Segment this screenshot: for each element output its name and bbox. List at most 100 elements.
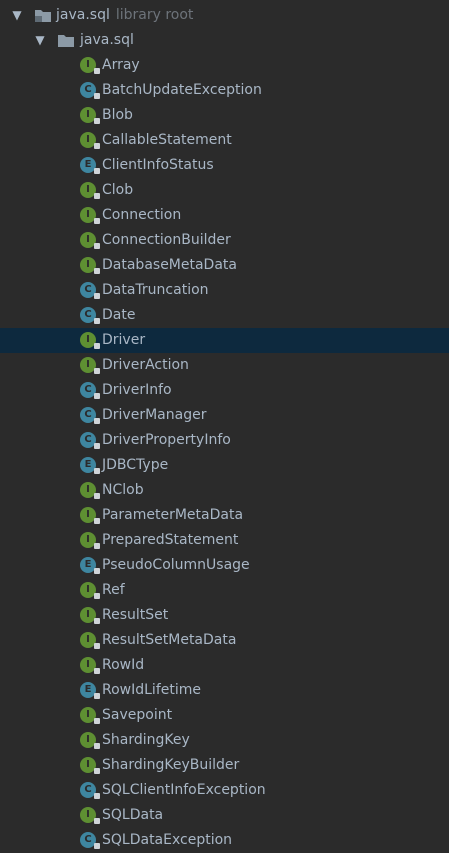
tree-root-row[interactable]: ▼ java.sql library root — [0, 3, 449, 28]
chevron-down-icon[interactable]: ▼ — [11, 3, 23, 28]
tree-item-row[interactable]: C BatchUpdateException — [0, 78, 449, 103]
class-icon: C — [80, 832, 100, 849]
interface-icon: I — [80, 332, 100, 349]
lock-icon — [94, 243, 100, 249]
tree-item-label: Savepoint — [102, 707, 173, 723]
tree-item-row[interactable]: I Ref — [0, 578, 449, 603]
lock-icon — [94, 293, 100, 299]
tree-item-row[interactable]: I Clob — [0, 178, 449, 203]
tree-item-row[interactable]: I Array — [0, 53, 449, 78]
lock-icon — [94, 268, 100, 274]
interface-icon: I — [80, 507, 100, 524]
tree-item-label: BatchUpdateException — [102, 82, 262, 98]
tree-item-row[interactable]: I PreparedStatement — [0, 528, 449, 553]
tree-item-row[interactable]: E ClientInfoStatus — [0, 153, 449, 178]
chevron-down-icon[interactable]: ▼ — [34, 28, 46, 53]
tree-item-label: DataTruncation — [102, 282, 209, 298]
library-root-hint: library root — [115, 7, 194, 23]
interface-icon: I — [80, 607, 100, 624]
lock-icon — [94, 768, 100, 774]
interface-icon: I — [80, 707, 100, 724]
tree-item-row[interactable]: E RowIdLifetime — [0, 678, 449, 703]
class-icon: C — [80, 282, 100, 299]
lock-icon — [94, 743, 100, 749]
tree-item-label: SQLDataException — [102, 832, 233, 848]
interface-icon: I — [80, 107, 100, 124]
interface-icon: I — [80, 57, 100, 74]
tree-item-row[interactable]: I ConnectionBuilder — [0, 228, 449, 253]
class-icon: C — [80, 382, 100, 399]
tree-item-label: PreparedStatement — [102, 532, 239, 548]
tree-item-row[interactable]: C Date — [0, 303, 449, 328]
lock-icon — [94, 468, 100, 474]
lock-icon — [94, 518, 100, 524]
tree-item-label: JDBCType — [102, 457, 169, 473]
tree-item-row[interactable]: I ResultSet — [0, 603, 449, 628]
tree-item-label: DriverManager — [102, 407, 207, 423]
tree-item-row[interactable]: E PseudoColumnUsage — [0, 553, 449, 578]
tree-item-row[interactable]: I DriverAction — [0, 353, 449, 378]
tree-item-row[interactable]: C SQLDataException — [0, 828, 449, 853]
lock-icon — [94, 568, 100, 574]
lock-icon — [94, 143, 100, 149]
tree-item-row[interactable]: I ResultSetMetaData — [0, 628, 449, 653]
tree-item-label: DatabaseMetaData — [102, 257, 237, 273]
lock-icon — [94, 793, 100, 799]
tree-item-row[interactable]: I ParameterMetaData — [0, 503, 449, 528]
interface-icon: I — [80, 132, 100, 149]
tree-item-row[interactable]: C SQLClientInfoException — [0, 778, 449, 803]
tree-item-label: DriverAction — [102, 357, 189, 373]
lock-icon — [94, 68, 100, 74]
tree-item-label: ShardingKey — [102, 732, 190, 748]
lock-icon — [94, 593, 100, 599]
tree-item-row[interactable]: I SQLData — [0, 803, 449, 828]
enum-icon: E — [80, 157, 100, 174]
tree-item-row[interactable]: E JDBCType — [0, 453, 449, 478]
lock-icon — [94, 168, 100, 174]
lock-icon — [94, 393, 100, 399]
tree-item-row[interactable]: C DriverManager — [0, 403, 449, 428]
tree-item-row[interactable]: I Savepoint — [0, 703, 449, 728]
tree-item-row[interactable]: I Driver — [0, 328, 449, 353]
tree-item-row[interactable]: I RowId — [0, 653, 449, 678]
tree-item-row[interactable]: C DriverInfo — [0, 378, 449, 403]
package-folder-icon — [35, 10, 51, 22]
tree-item-row[interactable]: C DriverPropertyInfo — [0, 428, 449, 453]
tree-item-label: RowId — [102, 657, 145, 673]
lock-icon — [94, 118, 100, 124]
tree-item-row[interactable]: I DatabaseMetaData — [0, 253, 449, 278]
tree-item-label: DriverInfo — [102, 382, 172, 398]
lock-icon — [94, 93, 100, 99]
tree-item-row[interactable]: I Blob — [0, 103, 449, 128]
lock-icon — [94, 493, 100, 499]
tree-item-label: ResultSet — [102, 607, 169, 623]
lock-icon — [94, 643, 100, 649]
tree-item-row[interactable]: I CallableStatement — [0, 128, 449, 153]
lock-icon — [94, 818, 100, 824]
interface-icon: I — [80, 657, 100, 674]
interface-icon: I — [80, 207, 100, 224]
lock-icon — [94, 193, 100, 199]
interface-icon: I — [80, 532, 100, 549]
class-icon: C — [80, 307, 100, 324]
tree-item-row[interactable]: I NClob — [0, 478, 449, 503]
lock-icon — [94, 443, 100, 449]
enum-icon: E — [80, 457, 100, 474]
interface-icon: I — [80, 757, 100, 774]
lock-icon — [94, 618, 100, 624]
lock-icon — [94, 718, 100, 724]
lock-icon — [94, 318, 100, 324]
tree-package-row[interactable]: ▼ java.sql — [0, 28, 449, 53]
tree-item-row[interactable]: I ShardingKeyBuilder — [0, 753, 449, 778]
interface-icon: I — [80, 357, 100, 374]
tree-item-label: ResultSetMetaData — [102, 632, 237, 648]
tree-item-row[interactable]: C DataTruncation — [0, 278, 449, 303]
lock-icon — [94, 543, 100, 549]
lock-icon — [94, 218, 100, 224]
tree-item-label: ShardingKeyBuilder — [102, 757, 240, 773]
tree-item-label: RowIdLifetime — [102, 682, 201, 698]
tree-item-row[interactable]: I Connection — [0, 203, 449, 228]
lock-icon — [94, 668, 100, 674]
tree-item-row[interactable]: I ShardingKey — [0, 728, 449, 753]
enum-icon: E — [80, 682, 100, 699]
